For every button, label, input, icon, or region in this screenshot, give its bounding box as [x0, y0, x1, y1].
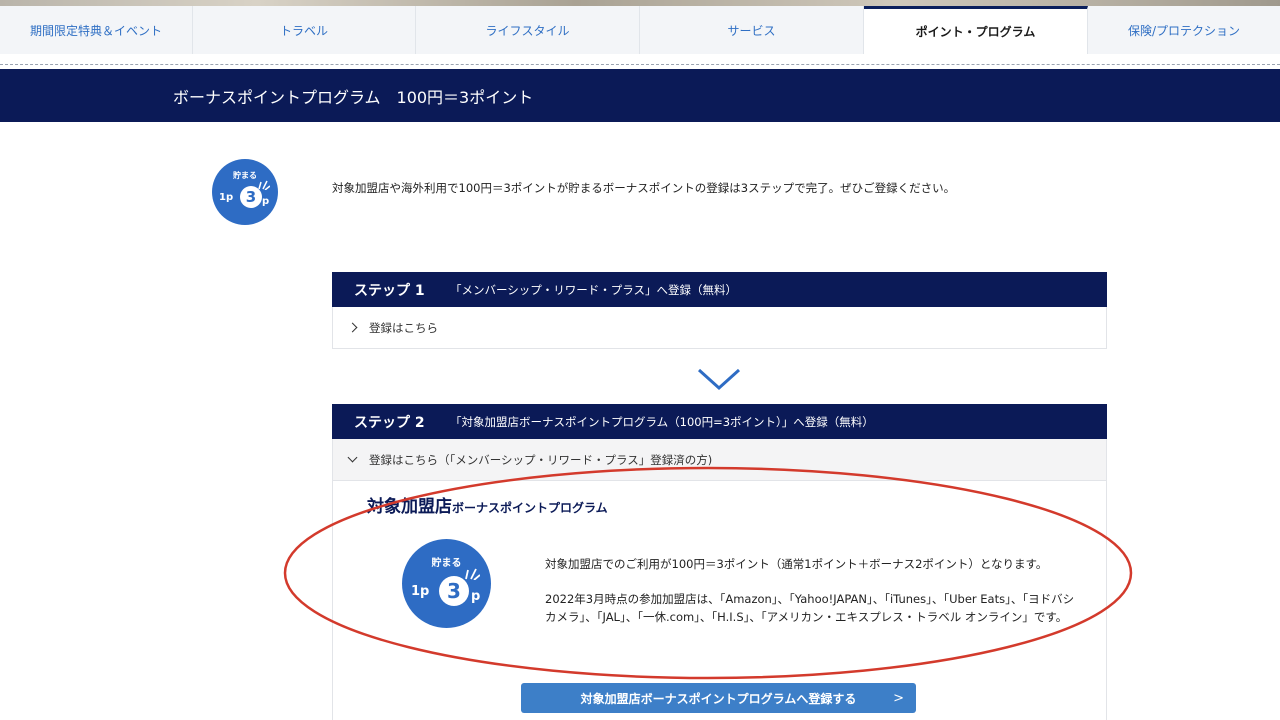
- tab-protection[interactable]: 保険/プロテクション: [1088, 6, 1280, 54]
- tab-limited-offers[interactable]: 期間限定特典＆イベント: [0, 6, 193, 54]
- step2-link-label: 登録はこちら（「メンバーシップ・リワード・プラス」登録済の方): [369, 452, 713, 467]
- badge-p: p: [262, 196, 270, 207]
- badge-large-one-point: 1p: [411, 584, 430, 599]
- register-button-label: 対象加盟店ボーナスポイントプログラムへ登録する: [580, 691, 857, 706]
- step2-number: ステップ 2: [354, 414, 425, 431]
- chevron-down-icon: [697, 368, 741, 391]
- step1-description: 「メンバーシップ・リワード・プラス」へ登録（無料）: [450, 282, 738, 297]
- points-badge-large-icon: 貯まる 1p 3 p: [402, 539, 491, 628]
- category-tabs: 期間限定特典＆イベント トラベル ライフスタイル サービス ポイント・プログラム…: [0, 6, 1280, 54]
- badge-one-point: 1p: [219, 192, 234, 203]
- divider: [0, 64, 1280, 65]
- page-title-banner: ボーナスポイントプログラム 100円＝3ポイント: [0, 69, 1280, 122]
- arrow-right-icon: >: [893, 690, 904, 706]
- panel-title-main: 対象加盟店: [367, 497, 452, 517]
- panel-text-merchants: 2022年3月時点の参加加盟店は、「Amazon」、「Yahoo!JAPAN」、…: [545, 592, 1075, 624]
- step1-link-label: 登録はこちら: [369, 320, 438, 335]
- tab-service[interactable]: サービス: [640, 6, 864, 54]
- chevron-down-small-icon: [347, 452, 358, 463]
- points-badge-icon: 貯まる 1p 3 p: [212, 159, 278, 225]
- badge-large-p: p: [471, 589, 481, 604]
- panel-title-sub: ボーナスポイントプログラム: [452, 501, 608, 515]
- badge-large-three: 3: [439, 576, 469, 606]
- step1-number: ステップ 1: [354, 282, 425, 299]
- intro-text: 対象加盟店や海外利用で100円＝3ポイントが貯まるボーナスポイントの登録は3ステ…: [332, 181, 956, 195]
- panel-title: 対象加盟店ボーナスポイントプログラム: [367, 492, 608, 517]
- step2-description: 「対象加盟店ボーナスポイントプログラム（100円=3ポイント）」へ登録（無料）: [450, 414, 874, 429]
- step1-register-link[interactable]: 登録はこちら: [332, 307, 1107, 349]
- page-title: ボーナスポイントプログラム 100円＝3ポイント: [173, 87, 534, 107]
- step2-header: ステップ 2 「対象加盟店ボーナスポイントプログラム（100円=3ポイント）」へ…: [332, 404, 1107, 439]
- tab-point-program[interactable]: ポイント・プログラム: [864, 6, 1088, 54]
- panel-text-rate: 対象加盟店でのご利用が100円＝3ポイント（通常1ポイント＋ボーナス2ポイント）…: [545, 557, 1048, 571]
- register-bonus-program-button[interactable]: 対象加盟店ボーナスポイントプログラムへ登録する >: [521, 683, 916, 713]
- step2-register-toggle[interactable]: 登録はこちら（「メンバーシップ・リワード・プラス」登録済の方): [332, 439, 1107, 481]
- chevron-right-icon: [347, 322, 358, 333]
- tab-lifestyle[interactable]: ライフスタイル: [416, 6, 640, 54]
- tab-travel[interactable]: トラベル: [193, 6, 416, 54]
- step1-header: ステップ 1 「メンバーシップ・リワード・プラス」へ登録（無料）: [332, 272, 1107, 307]
